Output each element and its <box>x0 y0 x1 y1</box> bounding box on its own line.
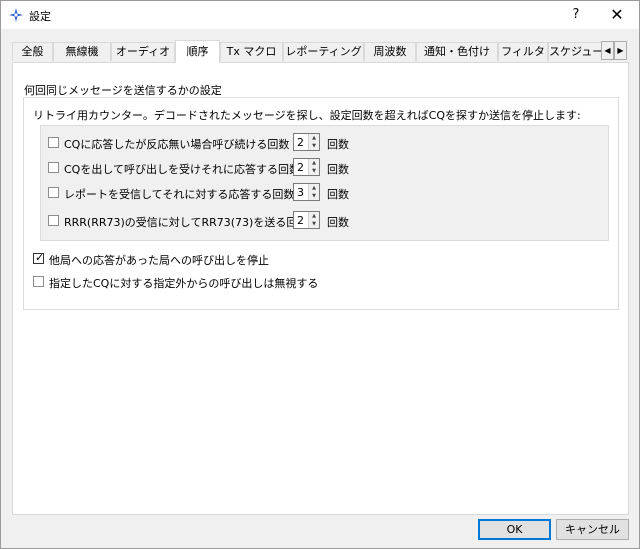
title-bar: 設定 ? ✕ <box>1 1 639 29</box>
spin-value: 2 <box>297 161 304 174</box>
window-title: 設定 <box>29 10 51 23</box>
checkmark-icon: ✓ <box>35 251 45 264</box>
stop-calling-checkbox[interactable]: ✓ <box>33 251 45 264</box>
retry-label: CQを出して呼び出しを受けそれに応答する回数 <box>64 163 301 176</box>
tab-scroll-right-icon[interactable]: ▶ <box>614 41 627 60</box>
stop-calling-label: 他局への応答があった局への呼び出しを停止 <box>49 254 269 267</box>
option-row: 指定したCQに対する指定外からの呼び出しは無視する <box>33 272 602 292</box>
retry-label: レポートを受信してそれに対する応答する回数 <box>64 188 295 201</box>
spin-down-icon[interactable]: ▼ <box>309 167 319 175</box>
unit-label: 回数 <box>327 216 349 229</box>
retry-row: CQに応答したが反応無い場合呼び続ける回数 2 ▲ ▼ 回数 <box>41 133 610 153</box>
retry-label: CQに応答したが反応無い場合呼び続ける回数 <box>64 138 290 151</box>
spin-down-icon[interactable]: ▼ <box>309 142 319 150</box>
group-title: 何回同じメッセージを送信するかの設定 <box>24 84 222 97</box>
retry-checkbox[interactable] <box>48 137 59 148</box>
retry-subtitle: リトライ用カウンター。デコードされたメッセージを探し、設定回数を超えればCQを探… <box>33 109 581 122</box>
settings-dialog: 設定 ? ✕ 全般 無線機 オーディオ 順序 Tx マクロ レポーティング 周波… <box>0 0 640 549</box>
retry-row: レポートを受信してそれに対する応答する回数 3 ▲ ▼ 回数 <box>41 183 610 203</box>
spin-value: 2 <box>297 136 304 149</box>
spin-up-icon[interactable]: ▲ <box>309 212 319 220</box>
tab-frequencies[interactable]: 周波数 <box>364 42 416 61</box>
tab-sequencing[interactable]: 順序 <box>175 40 220 63</box>
tab-scroll-left-icon[interactable]: ◀ <box>601 41 614 60</box>
retry-row: CQを出して呼び出しを受けそれに応答する回数 2 ▲ ▼ 回数 <box>41 158 610 178</box>
unit-label: 回数 <box>327 138 349 151</box>
sequencing-page: 何回同じメッセージを送信するかの設定 リトライ用カウンター。デコードされたメッセ… <box>12 62 629 515</box>
unit-label: 回数 <box>327 188 349 201</box>
app-star-icon <box>9 8 23 22</box>
retry-spinbox[interactable]: 2 ▲ ▼ <box>293 133 320 151</box>
spin-up-icon[interactable]: ▲ <box>309 159 319 167</box>
retry-checkbox[interactable] <box>48 162 59 173</box>
option-row: ✓ 他局への応答があった局への呼び出しを停止 <box>33 249 602 269</box>
retry-spinbox[interactable]: 2 ▲ ▼ <box>293 158 320 176</box>
ignore-calls-label: 指定したCQに対する指定外からの呼び出しは無視する <box>49 277 319 290</box>
close-button[interactable]: ✕ <box>605 5 629 25</box>
tab-tx-macros[interactable]: Tx マクロ <box>220 42 283 61</box>
ok-button[interactable]: OK <box>478 519 551 540</box>
spin-down-icon[interactable]: ▼ <box>309 192 319 200</box>
spin-value: 3 <box>297 186 304 199</box>
spin-up-icon[interactable]: ▲ <box>309 184 319 192</box>
unit-label: 回数 <box>327 163 349 176</box>
tab-reporting[interactable]: レポーティング <box>283 42 364 61</box>
retry-spinbox[interactable]: 3 ▲ ▼ <box>293 183 320 201</box>
spin-down-icon[interactable]: ▼ <box>309 220 319 228</box>
cancel-button[interactable]: キャンセル <box>556 519 629 540</box>
tab-radio[interactable]: 無線機 <box>53 42 111 61</box>
tab-general[interactable]: 全般 <box>12 42 53 61</box>
retry-label: RRR(RR73)の受信に対してRR73(73)を送る回数 <box>64 216 309 229</box>
spin-up-icon[interactable]: ▲ <box>309 134 319 142</box>
help-button[interactable]: ? <box>564 5 588 25</box>
retry-row: RRR(RR73)の受信に対してRR73(73)を送る回数 2 ▲ ▼ 回数 <box>41 211 610 231</box>
tab-audio[interactable]: オーディオ <box>111 42 175 61</box>
tab-filters[interactable]: フィルタ <box>498 42 548 61</box>
retry-spinbox[interactable]: 2 ▲ ▼ <box>293 211 320 229</box>
retry-checkbox[interactable] <box>48 215 59 226</box>
tab-notifications[interactable]: 通知・色付け <box>416 42 498 61</box>
spin-value: 2 <box>297 214 304 227</box>
retry-checkbox[interactable] <box>48 187 59 198</box>
retry-counter-panel: CQに応答したが反応無い場合呼び続ける回数 2 ▲ ▼ 回数 CQを出して呼び出し… <box>40 125 609 241</box>
ignore-calls-checkbox[interactable] <box>33 276 44 287</box>
